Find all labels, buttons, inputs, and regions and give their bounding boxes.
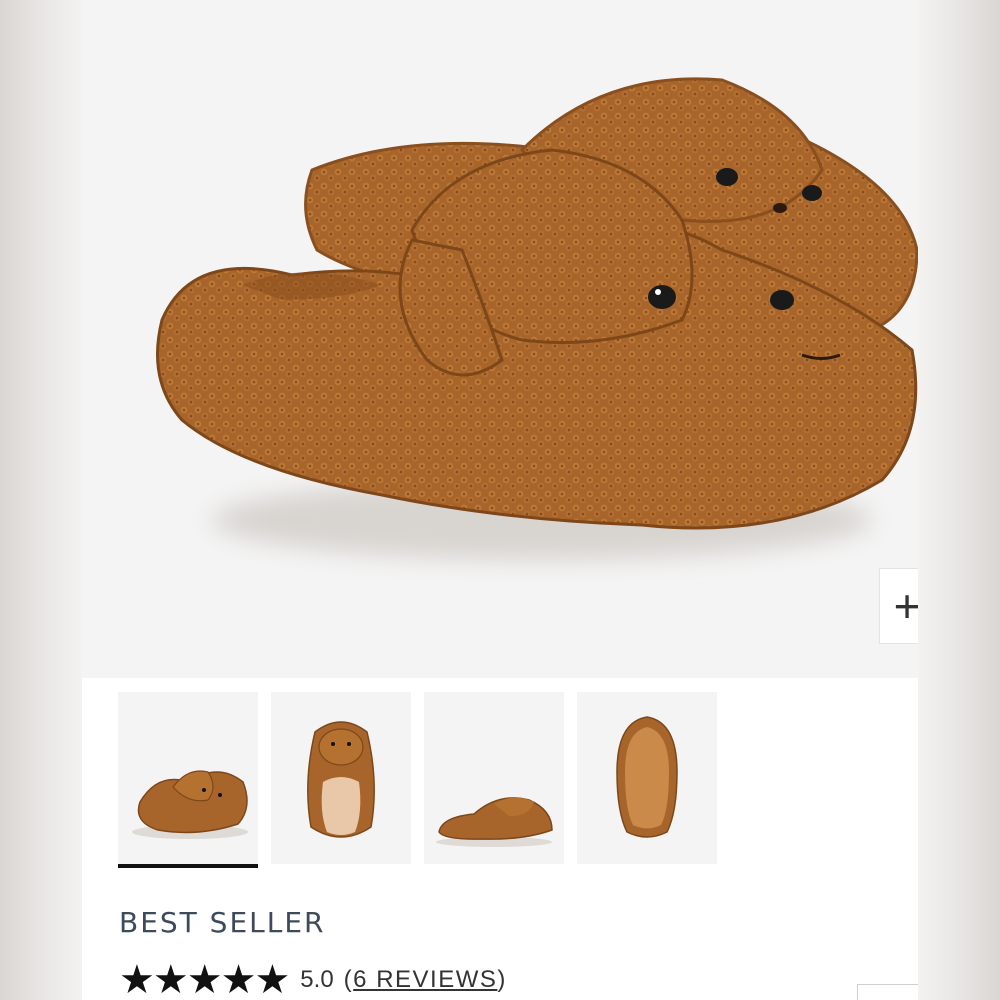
cropped-control[interactable] <box>857 984 918 1000</box>
star-icon: ★ <box>186 958 223 1000</box>
thumbnail-image <box>132 770 248 839</box>
rating-value: 5.0 <box>300 966 334 993</box>
star-rating: ★ ★ ★ ★ ★ <box>119 958 291 1000</box>
reviews-link[interactable]: 6 REVIEWS <box>353 966 497 993</box>
thumbnail-sole[interactable] <box>577 692 717 864</box>
star-icon: ★ <box>119 958 155 1000</box>
star-icon: ★ <box>152 958 189 1000</box>
thumbnail-side[interactable] <box>424 692 564 864</box>
reviews-close-paren: ) <box>497 966 507 993</box>
product-page: + BEST SELLER ★ ★ ★ ★ ★ 5.0 (6 REVIEWS) <box>82 0 918 1000</box>
rating-row: ★ ★ ★ ★ ★ 5.0 (6 REVIEWS) <box>119 960 507 1000</box>
reviews-count: (6 REVIEWS) <box>344 966 507 994</box>
left-gutter <box>0 0 82 1000</box>
thumbnail-angle[interactable] <box>118 692 258 868</box>
thumbnail-top[interactable] <box>271 692 411 864</box>
teddy-slippers-image <box>156 77 918 560</box>
thumbnail-image <box>307 721 375 838</box>
zoom-button[interactable]: + <box>879 568 918 644</box>
thumbnail-image <box>436 797 553 847</box>
star-icon: ★ <box>254 958 291 1000</box>
plus-icon: + <box>893 580 918 632</box>
main-product-image[interactable]: + <box>82 0 918 678</box>
star-icon: ★ <box>220 958 257 1000</box>
thumbnail-image <box>616 716 678 838</box>
reviews-open-paren: ( <box>343 966 354 993</box>
right-gutter <box>918 0 1000 1000</box>
best-seller-badge: BEST SELLER <box>119 906 326 939</box>
